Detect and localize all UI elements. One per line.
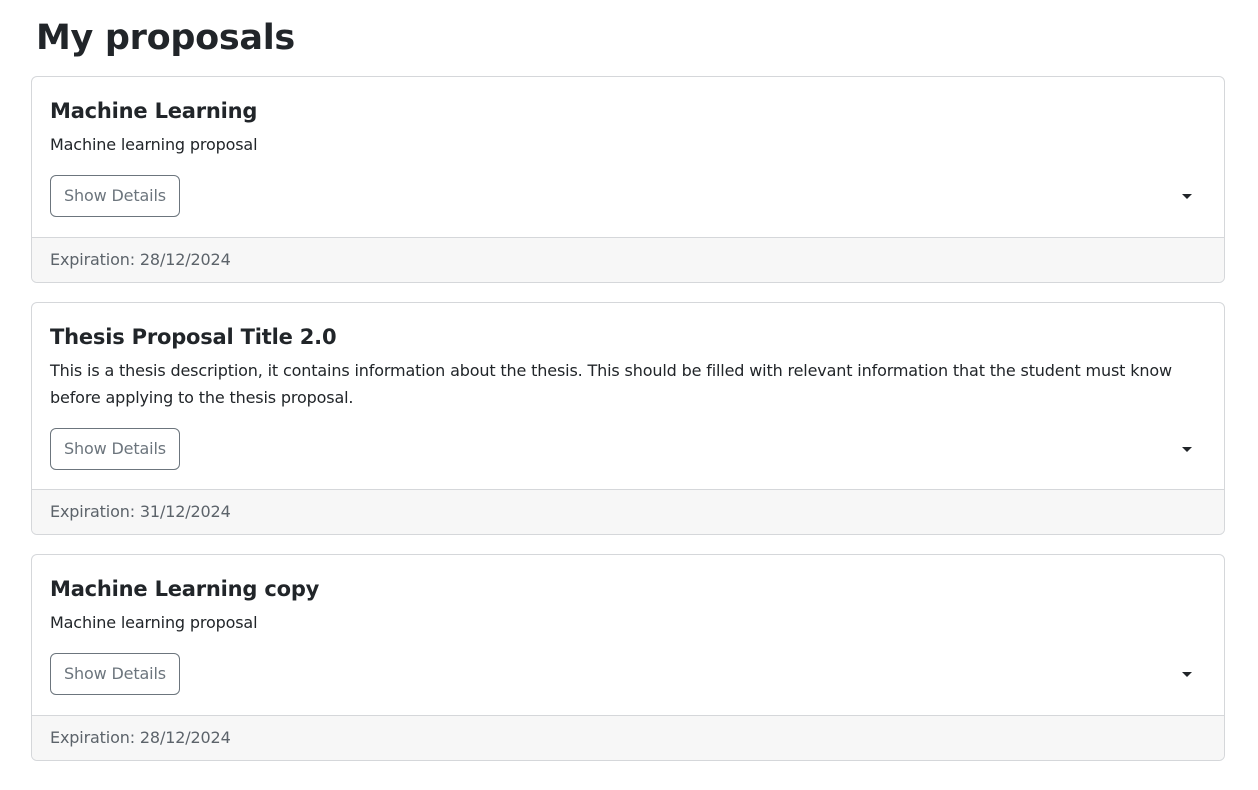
proposal-card: Machine Learning copy Machine learning p…	[31, 554, 1225, 761]
page: My proposals Machine Learning Machine le…	[0, 0, 1258, 790]
proposal-card-body: Machine Learning copy Machine learning p…	[32, 555, 1224, 715]
show-details-button[interactable]: Show Details	[50, 175, 180, 217]
show-details-button[interactable]: Show Details	[50, 653, 180, 695]
show-details-button[interactable]: Show Details	[50, 428, 180, 470]
proposal-expiration: Expiration: 31/12/2024	[32, 489, 1224, 534]
proposal-expiration: Expiration: 28/12/2024	[32, 715, 1224, 760]
caret-down-icon[interactable]	[1182, 447, 1192, 452]
proposal-card-body: Machine Learning Machine learning propos…	[32, 77, 1224, 237]
caret-down-icon[interactable]	[1182, 672, 1192, 677]
proposal-title: Machine Learning	[50, 99, 258, 123]
proposal-title: Thesis Proposal Title 2.0	[50, 325, 337, 349]
proposal-description: Machine learning proposal	[50, 613, 258, 632]
page-title: My proposals	[36, 18, 295, 58]
proposal-card: Machine Learning Machine learning propos…	[31, 76, 1225, 283]
proposal-card-body: Thesis Proposal Title 2.0 This is a thes…	[32, 303, 1224, 489]
proposal-description: Machine learning proposal	[50, 135, 258, 154]
proposal-card: Thesis Proposal Title 2.0 This is a thes…	[31, 302, 1225, 535]
proposal-description: This is a thesis description, it contain…	[50, 361, 1172, 407]
caret-down-icon[interactable]	[1182, 194, 1192, 199]
proposal-title: Machine Learning copy	[50, 577, 320, 601]
proposal-expiration: Expiration: 28/12/2024	[32, 237, 1224, 282]
